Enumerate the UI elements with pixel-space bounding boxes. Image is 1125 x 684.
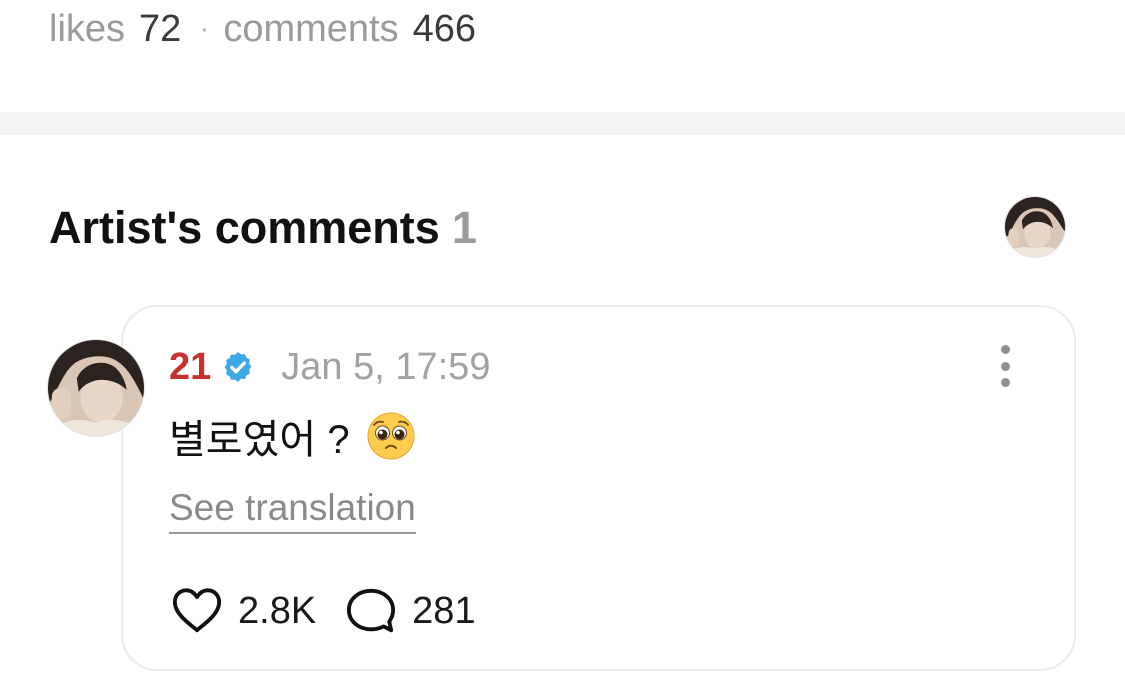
artist-avatar-button[interactable] — [1004, 196, 1066, 258]
more-options-button[interactable] — [990, 345, 1020, 387]
section-title: Artist's comments 1 — [49, 198, 477, 258]
comment-meta: 21 Jan 5, 17:59 — [169, 342, 490, 392]
reply-count: 281 — [412, 589, 476, 632]
artist-comments-count: 1 — [451, 202, 477, 253]
comment-timestamp: Jan 5, 17:59 — [281, 345, 491, 388]
more-dot — [1000, 361, 1010, 371]
pleading-face-icon — [367, 412, 415, 460]
see-translation-link[interactable]: See translation — [169, 486, 416, 534]
comment-author-avatar[interactable] — [47, 339, 145, 437]
comments-count[interactable]: 466 — [413, 8, 476, 51]
reply-bubble-icon[interactable] — [344, 586, 398, 636]
verified-badge-icon — [224, 352, 252, 382]
avatar-photo-icon — [48, 340, 144, 436]
section-divider — [0, 112, 1125, 135]
artist-comments-title: Artist's comments — [49, 202, 440, 253]
likes-label: likes — [49, 7, 126, 50]
more-dot — [1000, 378, 1010, 387]
heart-icon[interactable] — [170, 586, 224, 636]
comment-actions: 2.8K 281 — [170, 585, 476, 637]
post-stats: likes 72 · comments 466 — [49, 0, 476, 58]
comment-body: 별로였어 ? — [169, 408, 416, 464]
comment-text: 별로였어 ? — [169, 418, 350, 462]
comment-author-name[interactable]: 21 — [169, 346, 211, 389]
avatar-photo-icon — [1005, 197, 1065, 257]
more-dot — [1000, 345, 1010, 354]
stats-separator: · — [199, 12, 210, 45]
likes-count[interactable]: 72 — [139, 8, 181, 51]
comments-label: comments — [223, 7, 399, 50]
like-count: 2.8K — [238, 589, 317, 632]
